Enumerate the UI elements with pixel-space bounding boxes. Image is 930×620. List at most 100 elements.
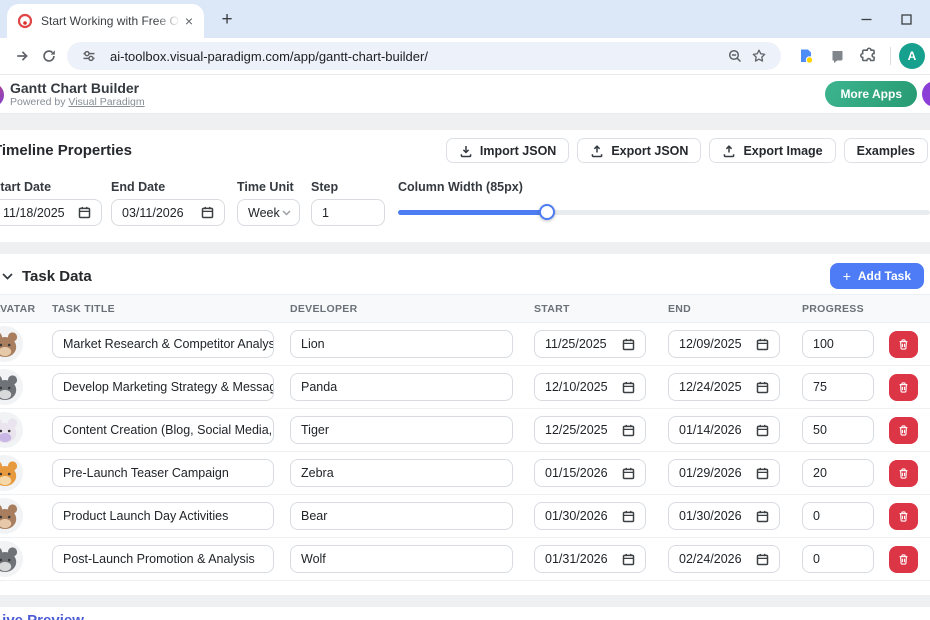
time-unit-label: Time Unit — [237, 180, 300, 194]
calendar-icon[interactable] — [78, 206, 91, 219]
import-json-button[interactable]: Import JSON — [446, 138, 569, 163]
step-input[interactable]: 1 — [311, 199, 385, 226]
delete-task-button[interactable] — [889, 331, 918, 358]
user-avatar[interactable] — [922, 81, 930, 107]
developer-input[interactable]: Zebra — [290, 459, 513, 487]
start-date-input[interactable]: 12/10/2025 — [534, 373, 646, 401]
start-date-input[interactable]: 01/15/2026 — [534, 459, 646, 487]
start-date-input[interactable]: 11/18/2025 — [0, 199, 102, 226]
developer-input[interactable]: Tiger — [290, 416, 513, 444]
task-title-input[interactable]: Post-Launch Promotion & Analysis — [52, 545, 274, 573]
add-task-button[interactable]: + Add Task — [830, 263, 924, 289]
developer-input[interactable]: Panda — [290, 373, 513, 401]
progress-input[interactable]: 75 — [802, 373, 874, 401]
end-date-input[interactable]: 01/14/2026 — [668, 416, 780, 444]
progress-input[interactable]: 100 — [802, 330, 874, 358]
delete-task-button[interactable] — [889, 503, 918, 530]
delete-task-button[interactable] — [889, 417, 918, 444]
calendar-icon[interactable] — [756, 510, 769, 523]
start-date-input[interactable]: 12/25/2025 — [534, 416, 646, 444]
task-title-input[interactable]: Pre-Launch Teaser Campaign — [52, 459, 274, 487]
calendar-icon[interactable] — [756, 553, 769, 566]
end-date-input[interactable]: 12/09/2025 — [668, 330, 780, 358]
window-minimize-button[interactable] — [846, 0, 886, 38]
task-data-section: Task Data + Add Task AVATAR TASK TITLE D… — [0, 254, 930, 595]
calendar-icon[interactable] — [622, 424, 635, 437]
start-date-label: Start Date — [0, 180, 102, 194]
start-date-input[interactable]: 01/31/2026 — [534, 545, 646, 573]
task-data-title: Task Data — [22, 268, 92, 285]
site-settings-icon[interactable] — [77, 44, 101, 68]
end-date-input[interactable]: 01/30/2026 — [668, 502, 780, 530]
progress-input[interactable]: 50 — [802, 416, 874, 444]
delete-task-button[interactable] — [889, 546, 918, 573]
end-date-input[interactable]: 01/29/2026 — [668, 459, 780, 487]
url-text[interactable]: ai-toolbox.visual-paradigm.com/app/gantt… — [110, 49, 723, 64]
calendar-icon[interactable] — [756, 338, 769, 351]
forward-icon[interactable] — [8, 43, 35, 70]
calendar-icon[interactable] — [622, 381, 635, 394]
column-width-slider[interactable] — [398, 199, 930, 226]
end-date-input[interactable]: 02/24/2026 — [668, 545, 780, 573]
delete-task-button[interactable] — [889, 374, 918, 401]
omnibox[interactable]: ai-toolbox.visual-paradigm.com/app/gantt… — [67, 42, 781, 70]
trash-icon — [897, 381, 910, 394]
collapse-chevron-icon[interactable] — [2, 273, 13, 280]
visual-paradigm-link[interactable]: Visual Paradigm — [68, 96, 144, 108]
progress-input[interactable]: 0 — [802, 502, 874, 530]
calendar-icon[interactable] — [756, 467, 769, 480]
extension-doc-icon[interactable] — [795, 45, 817, 67]
task-title-input[interactable]: Product Launch Day Activities — [52, 502, 274, 530]
calendar-icon[interactable] — [622, 338, 635, 351]
calendar-icon[interactable] — [622, 553, 635, 566]
window-maximize-button[interactable] — [886, 0, 926, 38]
browser-tab[interactable]: Start Working with Free Online × — [7, 4, 204, 38]
calendar-icon[interactable] — [201, 206, 214, 219]
delete-task-button[interactable] — [889, 460, 918, 487]
developer-input[interactable]: Bear — [290, 502, 513, 530]
calendar-icon[interactable] — [622, 467, 635, 480]
progress-input[interactable]: 20 — [802, 459, 874, 487]
tab-close-icon[interactable]: × — [180, 12, 198, 30]
gray-raccoon-avatar-icon — [0, 369, 23, 405]
examples-button[interactable]: Examples — [844, 138, 928, 163]
more-apps-button[interactable]: More Apps — [825, 81, 917, 107]
export-json-button[interactable]: Export JSON — [577, 138, 701, 163]
column-header-start: START — [526, 303, 660, 315]
calendar-icon[interactable] — [756, 381, 769, 394]
task-title-input[interactable]: Market Research & Competitor Analysis — [52, 330, 274, 358]
developer-input[interactable]: Wolf — [290, 545, 513, 573]
live-preview-section: Live Preview — [0, 607, 930, 620]
export-image-button[interactable]: Export Image — [709, 138, 835, 163]
task-title-input[interactable]: Develop Marketing Strategy & Messaging — [52, 373, 274, 401]
calendar-icon[interactable] — [756, 424, 769, 437]
calendar-icon[interactable] — [622, 510, 635, 523]
start-date-input[interactable]: 01/30/2026 — [534, 502, 646, 530]
start-date-input[interactable]: 11/25/2025 — [534, 330, 646, 358]
reload-icon[interactable] — [35, 43, 62, 70]
upload-icon — [590, 144, 604, 158]
timeline-properties-title: Timeline Properties — [0, 138, 132, 159]
task-title-input[interactable]: Content Creation (Blog, Social Media, Vi… — [52, 416, 274, 444]
column-width-slider-fill — [398, 210, 547, 215]
column-width-slider-thumb[interactable] — [539, 204, 555, 220]
browser-tab-bar: Start Working with Free Online × + — [0, 0, 930, 38]
download-icon — [459, 144, 473, 158]
column-header-task-title: TASK TITLE — [44, 303, 282, 315]
zoom-out-icon[interactable] — [723, 44, 747, 68]
live-preview-title: Live Preview — [0, 612, 930, 620]
extensions-area: A — [795, 43, 925, 69]
browser-window: Start Working with Free Online × + — [0, 0, 930, 620]
end-date-input[interactable]: 03/11/2026 — [111, 199, 225, 226]
progress-input[interactable]: 0 — [802, 545, 874, 573]
end-date-input[interactable]: 12/24/2025 — [668, 373, 780, 401]
time-unit-select[interactable]: Week — [237, 199, 300, 226]
new-tab-button[interactable]: + — [215, 8, 239, 32]
bookmark-star-icon[interactable] — [747, 44, 771, 68]
extensions-puzzle-icon[interactable] — [857, 45, 879, 67]
export-json-label: Export JSON — [611, 144, 688, 158]
extension-flag-icon[interactable] — [826, 45, 848, 67]
profile-avatar[interactable]: A — [899, 43, 925, 69]
developer-input[interactable]: Lion — [290, 330, 513, 358]
end-date-value: 01/30/2026 — [679, 509, 742, 523]
